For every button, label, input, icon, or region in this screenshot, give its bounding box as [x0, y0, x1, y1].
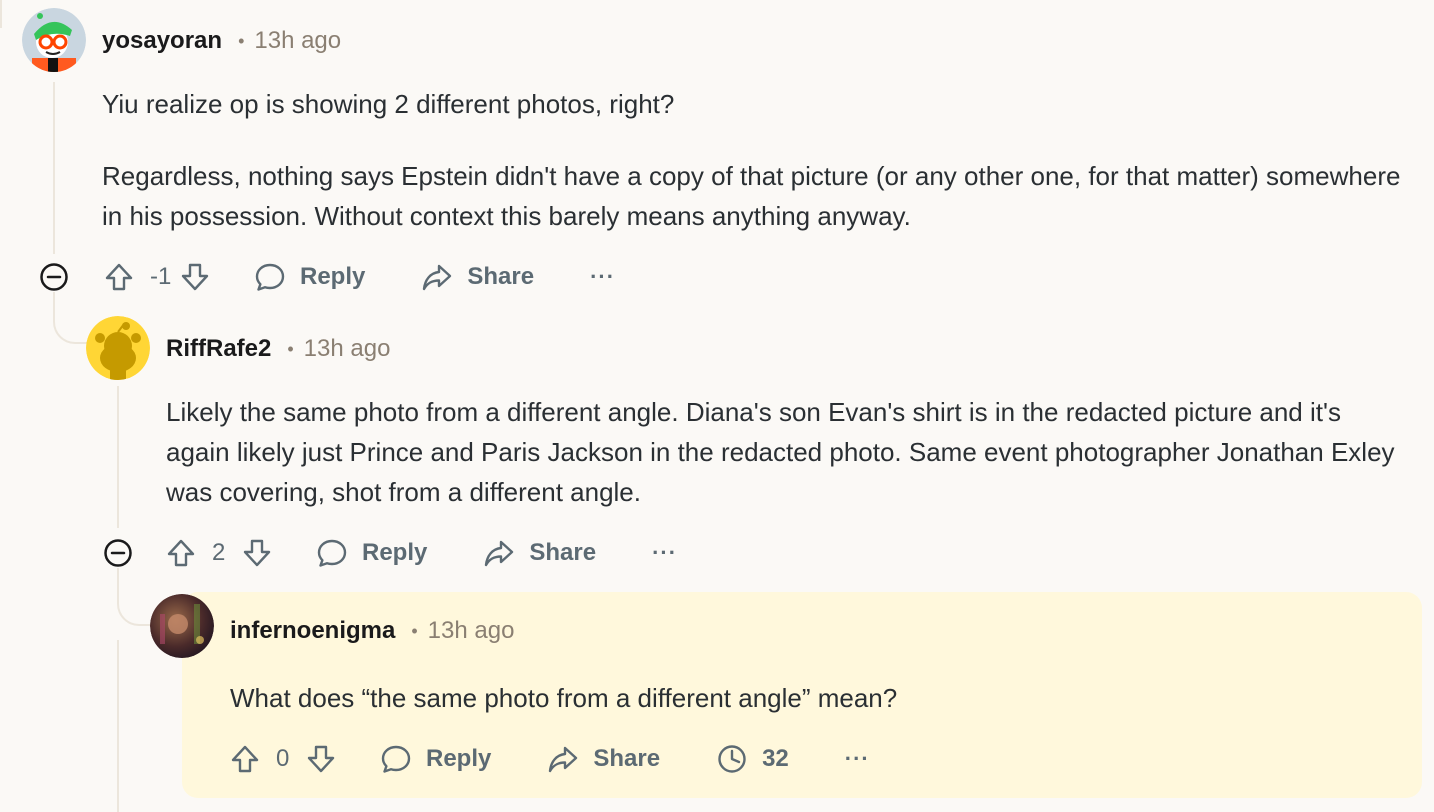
- comment-paragraph: Yiu realize op is showing 2 different ph…: [102, 89, 675, 119]
- separator-dot: •: [238, 30, 245, 51]
- comment-paragraph: Regardless, nothing says Epstein didn't …: [102, 161, 1401, 231]
- reply-button[interactable]: Reply: [380, 743, 491, 775]
- thread-connector-2: [117, 568, 151, 626]
- thread-line-1[interactable]: [53, 82, 55, 254]
- more-icon: ···: [652, 540, 678, 565]
- reply-label: Reply: [362, 539, 428, 566]
- reply-icon: [255, 263, 285, 291]
- timestamp[interactable]: 13h ago: [304, 335, 391, 363]
- avatar-yosayoran[interactable]: [22, 8, 86, 72]
- reply-button[interactable]: Reply: [254, 261, 365, 293]
- share-button[interactable]: Share: [483, 537, 596, 569]
- reply-label: Reply: [426, 745, 492, 772]
- more-options-button[interactable]: ···: [590, 264, 615, 290]
- thread-connector-1: [53, 292, 87, 344]
- comment-thread: yosayoran • 13h ago Yiu realize op is sh…: [0, 0, 1434, 812]
- vote-group: 0: [230, 744, 336, 774]
- share-icon: [423, 264, 452, 291]
- insights-icon: [718, 745, 746, 773]
- more-icon: ···: [590, 264, 616, 289]
- share-button[interactable]: Share: [421, 261, 534, 293]
- more-options-button[interactable]: ···: [845, 746, 870, 772]
- comment-actions-2: 2 Reply Share ···: [166, 531, 677, 575]
- downvote-icon[interactable]: [180, 262, 210, 292]
- collapse-icon[interactable]: [104, 539, 132, 567]
- username[interactable]: infernoenigma: [230, 617, 395, 645]
- reply-button[interactable]: Reply: [316, 537, 427, 569]
- timestamp[interactable]: 13h ago: [254, 27, 341, 55]
- upvote-icon[interactable]: [104, 262, 134, 292]
- reply-icon: [381, 745, 411, 773]
- share-label: Share: [593, 745, 661, 772]
- vote-group: 2: [166, 538, 272, 568]
- comment-body-1: Yiu realize op is showing 2 different ph…: [102, 84, 1412, 236]
- username[interactable]: RiffRafe2: [166, 335, 271, 363]
- downvote-icon[interactable]: [306, 744, 336, 774]
- vote-count: 2: [212, 539, 226, 566]
- avatar-infernoenigma[interactable]: [150, 594, 214, 658]
- upvote-icon[interactable]: [230, 744, 260, 774]
- comment-paragraph: What does “the same photo from a differe…: [230, 683, 898, 713]
- thread-line-3: [117, 640, 119, 812]
- comment-meta-1: yosayoran • 13h ago: [102, 21, 341, 61]
- comment-actions-3: 0 Reply Share 32 ···: [230, 737, 870, 781]
- more-icon: ···: [844, 746, 870, 771]
- comment-body-2: Likely the same photo from a different a…: [166, 392, 1406, 512]
- vote-group: -1: [104, 262, 210, 292]
- share-icon: [549, 746, 578, 773]
- comment-paragraph: Likely the same photo from a different a…: [166, 397, 1395, 507]
- separator-dot: •: [287, 338, 294, 359]
- thread-line-2[interactable]: [117, 386, 119, 528]
- upvote-icon[interactable]: [166, 538, 196, 568]
- insights-button[interactable]: 32: [716, 743, 789, 775]
- thread-line-top: [0, 0, 2, 28]
- collapse-icon[interactable]: [40, 263, 68, 291]
- vote-count: 0: [276, 745, 290, 772]
- comment-meta-3: infernoenigma • 13h ago: [230, 611, 514, 651]
- timestamp[interactable]: 13h ago: [428, 617, 515, 645]
- share-label: Share: [529, 539, 597, 566]
- downvote-icon[interactable]: [242, 538, 272, 568]
- share-icon: [485, 540, 514, 567]
- username[interactable]: yosayoran: [102, 27, 222, 55]
- comment-actions-1: -1 Reply Share ···: [104, 255, 615, 299]
- vote-count: -1: [150, 263, 172, 290]
- separator-dot: •: [411, 620, 418, 641]
- share-button[interactable]: Share: [547, 743, 660, 775]
- avatar-riffrafe2[interactable]: [86, 316, 150, 380]
- comment-meta-2: RiffRafe2 • 13h ago: [166, 329, 390, 369]
- reply-label: Reply: [300, 263, 366, 290]
- comment-body-3: What does “the same photo from a differe…: [230, 678, 1400, 718]
- insights-count: 32: [762, 745, 789, 772]
- reply-icon: [317, 539, 347, 567]
- more-options-button[interactable]: ···: [652, 540, 677, 566]
- share-label: Share: [467, 263, 535, 290]
